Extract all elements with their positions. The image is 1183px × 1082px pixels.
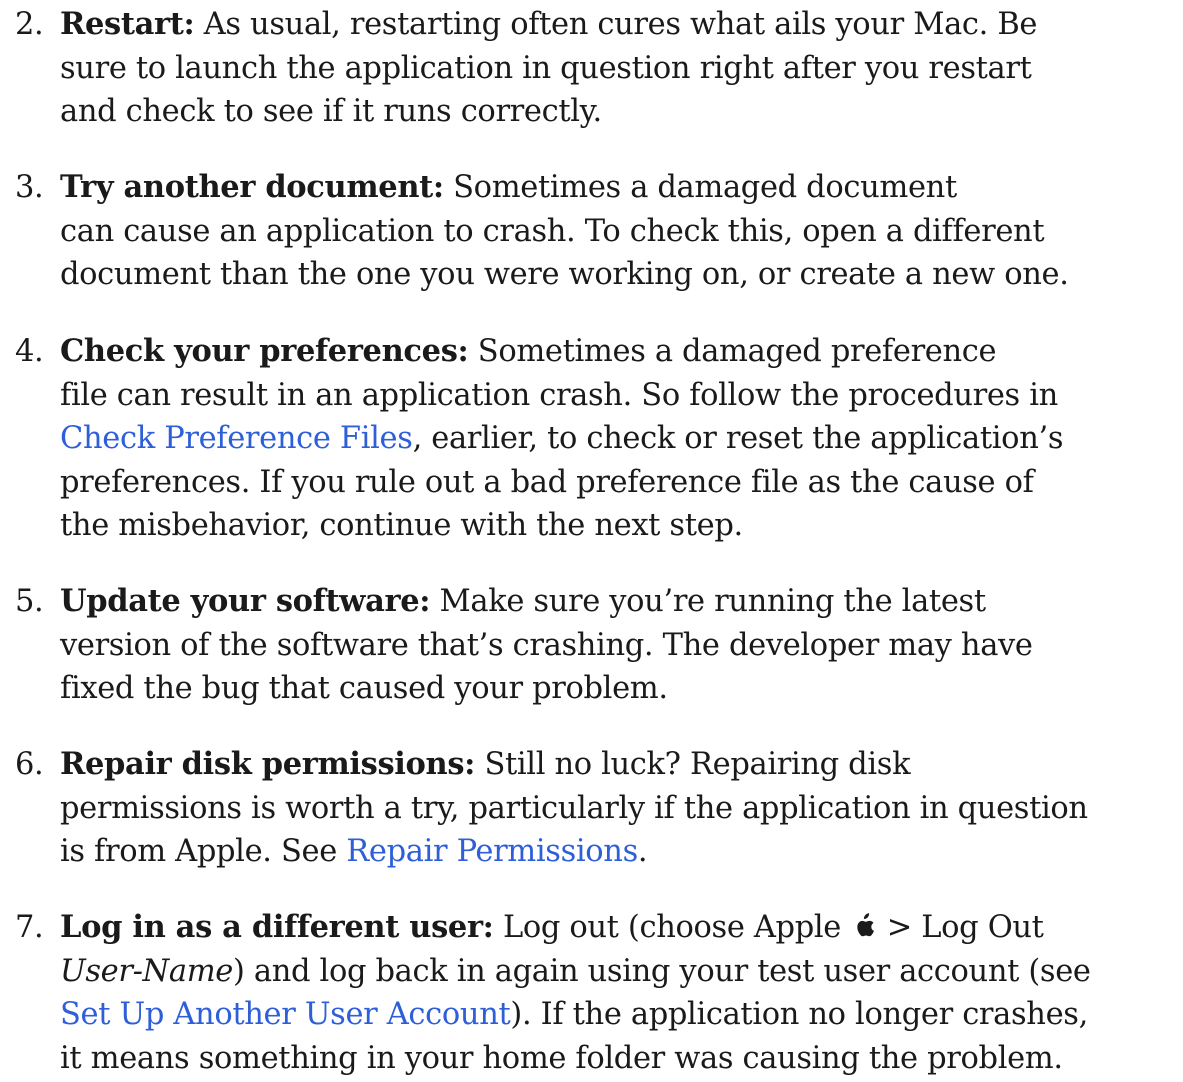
step-title: Check your preferences:	[60, 333, 469, 369]
step-number: 5.	[15, 584, 44, 619]
step-text: sure to launch the application in questi…	[60, 50, 1032, 86]
step-text: .	[637, 834, 648, 869]
step-text: fixed the bug that caused your problem.	[60, 671, 668, 706]
step-title: Try another document:	[60, 169, 444, 205]
step-text: can cause an application to crash. To ch…	[60, 213, 1045, 249]
step-title: Restart:	[60, 6, 195, 42]
step-text: > Log Out	[877, 910, 1044, 945]
step-text: Make sure you’re running the latest	[430, 584, 987, 619]
step-number: 2.	[15, 7, 44, 42]
step-body: Restart: As usual, restarting often cure…	[60, 3, 1183, 134]
step-text: , earlier, to check or reset the applica…	[412, 421, 1064, 456]
step-text: is from Apple. See	[60, 834, 347, 869]
step-body: Log in as a different user: Log out (cho…	[60, 906, 1183, 1080]
apple-icon	[852, 912, 875, 940]
step-body: Try another document: Sometimes a damage…	[60, 166, 1183, 297]
step-text: preferences. If you rule out a bad prefe…	[60, 464, 1034, 500]
step-text: and check to see if it runs correctly.	[60, 94, 602, 129]
step-text: Sometimes a damaged preference	[468, 334, 997, 369]
step-text: Log out (choose Apple	[493, 910, 842, 945]
step-title: Repair disk permissions:	[60, 746, 476, 782]
step-text: file can result in an application crash.…	[60, 377, 1058, 413]
step-body: Update your software: Make sure you’re r…	[60, 580, 1183, 711]
step-number: 3.	[15, 170, 44, 205]
step-text: document than the one you were working o…	[60, 257, 1069, 292]
step-number: 7.	[15, 910, 44, 945]
step-text: version of the software that’s crashing.…	[60, 627, 1033, 663]
step-text: Still no luck? Repairing disk	[475, 747, 911, 782]
user-name-placeholder: User-Name	[60, 953, 233, 989]
step-text: it means something in your home folder w…	[60, 1040, 1063, 1076]
step-text: Sometimes a damaged document	[443, 170, 957, 205]
step-text: the misbehavior, continue with the next …	[60, 508, 743, 543]
step-text: ). If the application no longer crashes,	[510, 997, 1088, 1032]
repair-permissions-link[interactable]: Repair Permissions	[346, 834, 638, 869]
step-title: Update your software:	[60, 583, 431, 619]
step-body: Check your preferences: Sometimes a dama…	[60, 330, 1183, 548]
step-body: Repair disk permissions: Still no luck? …	[60, 743, 1183, 874]
step-text: As usual, restarting often cures what ai…	[194, 7, 1038, 42]
check-preference-files-link[interactable]: Check Preference Files	[60, 421, 413, 456]
set-up-another-user-account-link[interactable]: Set Up Another User Account	[60, 997, 511, 1032]
step-title: Log in as a different user:	[60, 909, 494, 945]
step-number: 6.	[15, 747, 44, 782]
step-text: ) and log back in again using your test …	[233, 953, 1091, 989]
step-text: permissions is worth a try, particularly…	[60, 790, 1088, 826]
step-number: 4.	[15, 334, 44, 369]
